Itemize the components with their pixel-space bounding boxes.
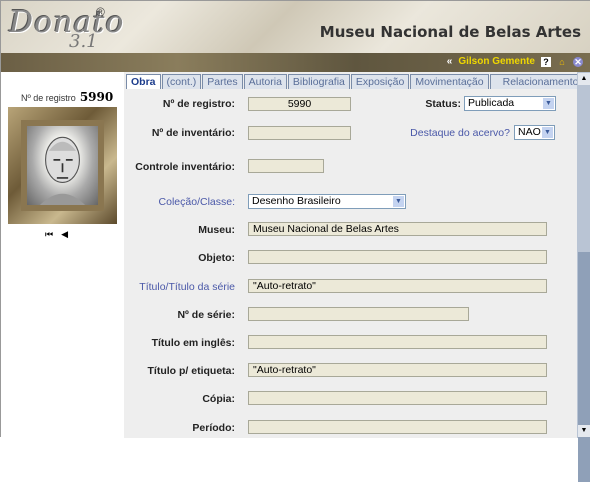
colecao-label: Coleção/Classe: xyxy=(158,196,235,208)
artwork-thumbnail[interactable] xyxy=(8,107,117,224)
status-select[interactable]: Publicada ▼ xyxy=(464,96,556,111)
museu-field[interactable]: Museu Nacional de Belas Artes xyxy=(248,222,547,236)
tab-movimentacao[interactable]: Movimentação xyxy=(410,74,489,89)
tab-partes[interactable]: Partes xyxy=(202,74,243,89)
scrollbar[interactable]: ▲ ▼ xyxy=(577,72,590,482)
museum-title: Museu Nacional de Belas Artes xyxy=(319,23,581,41)
home-icon[interactable]: ⌂ xyxy=(557,57,567,67)
app-version: 3.1 xyxy=(69,31,98,52)
periodo-field[interactable] xyxy=(248,420,547,434)
titulo-field[interactable]: "Auto-retrato" xyxy=(248,279,547,293)
first-record-icon[interactable]: ⏮ xyxy=(45,229,53,240)
inventario-field[interactable] xyxy=(248,126,351,140)
tab-cont[interactable]: (cont.) xyxy=(161,74,202,89)
registered-mark: ® xyxy=(96,5,105,19)
objeto-field[interactable] xyxy=(248,250,547,264)
registro-field[interactable]: 5990 xyxy=(248,97,351,111)
inventario-label: Nº de inventário: xyxy=(151,127,235,139)
chevron-down-icon: ▼ xyxy=(542,127,553,138)
controle-label: Controle inventário: xyxy=(135,161,235,173)
tab-bar: Obra (cont.) Partes Autoria Bibliografia… xyxy=(126,74,590,89)
tab-bibliografia[interactable]: Bibliografia xyxy=(287,74,350,89)
tab-obra[interactable]: Obra xyxy=(126,74,161,89)
controle-field[interactable] xyxy=(248,159,324,173)
destaque-value: NAO xyxy=(518,126,541,138)
record-nav: ⏮ ◀ xyxy=(45,229,68,240)
ingles-field[interactable] xyxy=(248,335,547,349)
status-label: Status: xyxy=(425,98,461,110)
etiqueta-field[interactable]: "Auto-retrato" xyxy=(248,363,547,377)
scroll-down-icon[interactable]: ▼ xyxy=(578,425,590,437)
destaque-select[interactable]: NAO ▼ xyxy=(514,125,555,140)
user-name[interactable]: Gilson Gemente xyxy=(458,56,535,67)
copia-label: Cópia: xyxy=(202,393,235,405)
scrollbar-thumb[interactable] xyxy=(578,252,590,482)
user-bar: « Gilson Gemente ? ⌂ ✕ xyxy=(447,56,583,67)
museu-label: Museu: xyxy=(198,224,235,236)
tab-relacionamento[interactable]: Relacionamento xyxy=(489,74,590,89)
tab-autoria[interactable]: Autoria xyxy=(243,74,287,89)
back-link[interactable]: « xyxy=(447,56,453,67)
scroll-up-icon[interactable]: ▲ xyxy=(578,73,590,85)
chevron-down-icon: ▼ xyxy=(543,98,554,109)
logout-icon[interactable]: ✕ xyxy=(573,56,583,67)
tab-exposicao[interactable]: Exposição xyxy=(350,74,410,89)
colecao-select[interactable]: Desenho Brasileiro ▼ xyxy=(248,194,406,209)
record-sidebar: Nº de registro 5990 ⏮ ◀ xyxy=(1,72,124,438)
ingles-label: Título em inglês: xyxy=(151,337,235,349)
colecao-value: Desenho Brasileiro xyxy=(252,195,341,207)
titulo-label: Título/Título da série xyxy=(139,281,235,293)
record-number: Nº de registro 5990 xyxy=(21,90,113,104)
record-number-label: Nº de registro xyxy=(21,93,76,103)
destaque-label: Destaque do acervo? xyxy=(410,127,510,139)
chevron-down-icon: ▼ xyxy=(393,196,404,207)
copia-field[interactable] xyxy=(248,391,547,405)
registro-label: Nº de registro: xyxy=(162,98,235,110)
etiqueta-label: Título p/ etiqueta: xyxy=(147,365,236,377)
status-value: Publicada xyxy=(468,97,515,109)
periodo-label: Período: xyxy=(192,422,235,434)
app-logo: Donato xyxy=(9,5,125,40)
help-icon[interactable]: ? xyxy=(541,56,551,67)
serie-field[interactable] xyxy=(248,307,469,321)
prev-record-icon[interactable]: ◀ xyxy=(61,229,68,240)
record-number-value: 5990 xyxy=(79,90,114,104)
serie-label: Nº de série: xyxy=(177,309,235,321)
header-banner: Donato 3.1 ® Museu Nacional de Belas Art… xyxy=(1,1,590,72)
objeto-label: Objeto: xyxy=(198,252,235,264)
